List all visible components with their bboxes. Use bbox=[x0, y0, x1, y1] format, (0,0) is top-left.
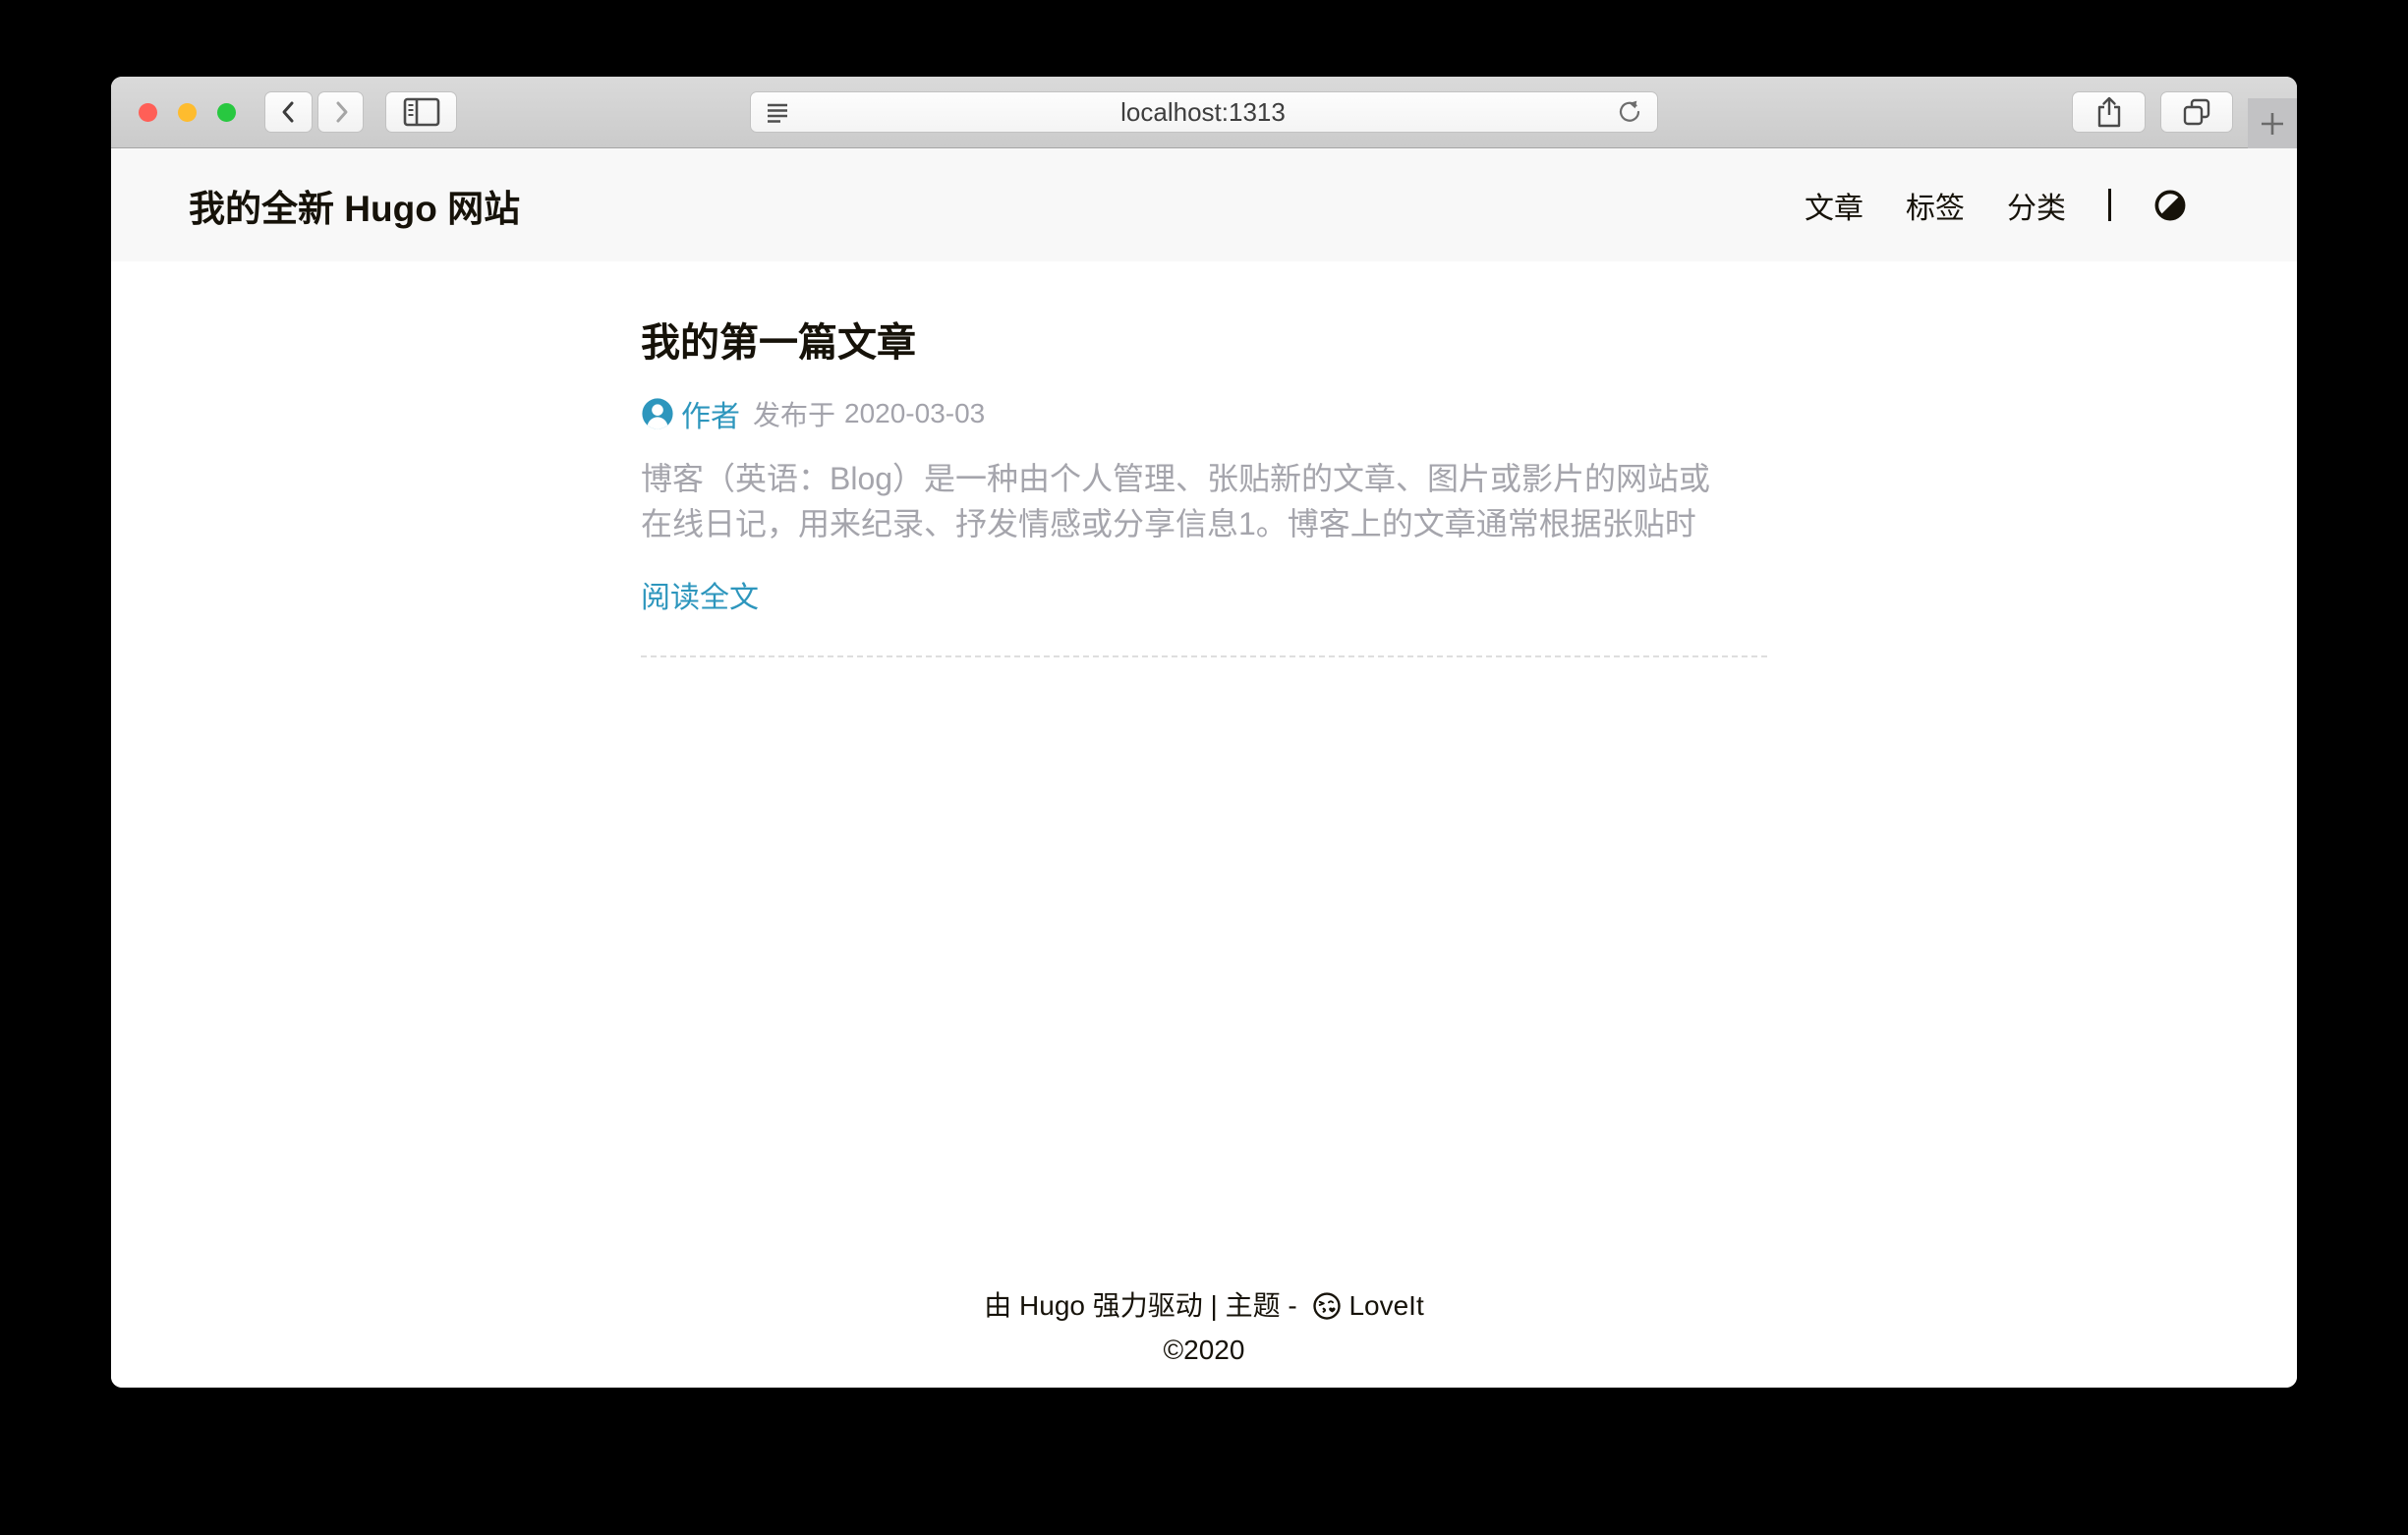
back-icon bbox=[276, 97, 302, 127]
zoom-window-button[interactable] bbox=[217, 103, 236, 122]
address-bar[interactable]: localhost:1313 bbox=[750, 91, 1658, 133]
site-title-link[interactable]: 我的全新 Hugo 网站 bbox=[189, 179, 520, 232]
post-meta: 作者 发布于 2020-03-03 bbox=[641, 392, 1767, 435]
theme-contrast-icon bbox=[2153, 189, 2187, 222]
nav-item-tags[interactable]: 标签 bbox=[1906, 184, 1965, 227]
post-divider bbox=[641, 655, 1767, 657]
reader-view-icon[interactable] bbox=[764, 98, 791, 126]
nav-item-categories[interactable]: 分类 bbox=[2007, 184, 2066, 227]
nav-item-posts[interactable]: 文章 bbox=[1805, 184, 1863, 227]
close-window-button[interactable] bbox=[139, 103, 157, 122]
theme-toggle-button[interactable] bbox=[2153, 189, 2187, 222]
back-button[interactable] bbox=[264, 91, 313, 133]
browser-toolbar: localhost:1313 bbox=[111, 77, 2297, 148]
tabs-icon bbox=[2181, 96, 2212, 128]
site-footer: 由 Hugo 强力驱动 | 主题 - LoveIt ©2020 bbox=[111, 1283, 2297, 1388]
post-title-link[interactable]: 我的第一篇文章 bbox=[641, 311, 1767, 368]
forward-icon bbox=[328, 97, 354, 127]
reload-icon[interactable] bbox=[1615, 97, 1644, 127]
author-link[interactable]: 作者 bbox=[681, 392, 740, 435]
sidebar-toggle-button[interactable] bbox=[385, 91, 457, 133]
plus-icon bbox=[2257, 108, 2288, 140]
post-summary-card: 我的第一篇文章 作者 发布于 2020-03-03 博客（英语：Blog）是一种… bbox=[641, 261, 1767, 665]
traffic-lights bbox=[139, 103, 236, 122]
powered-by-text: 由 Hugo 强力驱动 | 主题 - bbox=[984, 1290, 1304, 1321]
footer-powered-line: 由 Hugo 强力驱动 | 主题 - LoveIt bbox=[111, 1283, 2297, 1328]
browser-window: localhost:1313 bbox=[111, 77, 2297, 1388]
share-icon bbox=[2094, 95, 2124, 129]
kiss-face-icon bbox=[1312, 1291, 1342, 1321]
page-content: 我的第一篇文章 作者 发布于 2020-03-03 博客（英语：Blog）是一种… bbox=[111, 261, 2297, 1388]
post-summary-text: 博客（英语：Blog）是一种由个人管理、张贴新的文章、图片或影片的网站或在线日记… bbox=[641, 456, 1742, 546]
share-button[interactable] bbox=[2072, 91, 2146, 133]
published-date: 2020-03-03 bbox=[844, 398, 985, 429]
site-header: 我的全新 Hugo 网站 文章 标签 分类 bbox=[111, 148, 2297, 261]
sidebar-icon bbox=[403, 96, 440, 128]
site-nav: 文章 标签 分类 bbox=[1805, 184, 2187, 227]
theme-name-link[interactable]: LoveIt bbox=[1348, 1290, 1423, 1321]
url-text: localhost:1313 bbox=[791, 97, 1615, 128]
new-tab-button[interactable] bbox=[2248, 98, 2297, 148]
author-avatar-icon bbox=[641, 397, 674, 430]
tab-overview-button[interactable] bbox=[2160, 91, 2233, 133]
copyright-text: ©2020 bbox=[111, 1328, 2297, 1372]
minimize-window-button[interactable] bbox=[178, 103, 197, 122]
published-label: 发布于 bbox=[753, 394, 835, 433]
forward-button[interactable] bbox=[317, 91, 364, 133]
read-more-link[interactable]: 阅读全文 bbox=[641, 573, 759, 616]
nav-separator bbox=[2108, 189, 2111, 221]
